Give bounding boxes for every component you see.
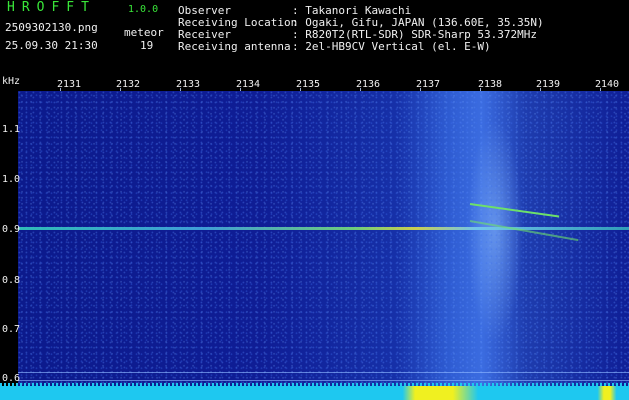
file-name: 2509302130.png (5, 21, 98, 34)
carrier-trace-line (18, 227, 629, 230)
y-axis-unit: kHz (2, 76, 21, 87)
meteor-label: meteor (124, 26, 164, 39)
plot-guide-line (18, 380, 629, 381)
spectrogram-noise (18, 91, 629, 400)
app-version: 1.0.0 (128, 4, 159, 15)
signal-strength-floor (0, 386, 629, 400)
app-title: HROFFT (7, 0, 96, 15)
capture-datetime: 25.09.30 21:30 (5, 39, 98, 52)
y-tick-label: 1.0 (2, 174, 21, 185)
y-tick-label: 1.1 (2, 124, 21, 135)
header-panel: HROFFT 1.0.0 2509302130.png 25.09.30 21:… (0, 0, 629, 76)
meteor-count: 19 (140, 39, 154, 52)
x-tick-label: 2138 (477, 79, 503, 90)
x-tick-label: 2140 (594, 79, 620, 90)
waterfall-spectrogram (18, 91, 629, 400)
antenna-value: : 2el-HB9CV Vertical (el. E-W) (292, 40, 491, 53)
y-tick-label: 0.7 (2, 324, 21, 335)
antenna-label: Receiving antenna (178, 40, 291, 53)
y-tick-label: 0.9 (2, 224, 21, 235)
plot-guide-line (18, 372, 629, 373)
y-tick-label: 0.8 (2, 275, 21, 286)
